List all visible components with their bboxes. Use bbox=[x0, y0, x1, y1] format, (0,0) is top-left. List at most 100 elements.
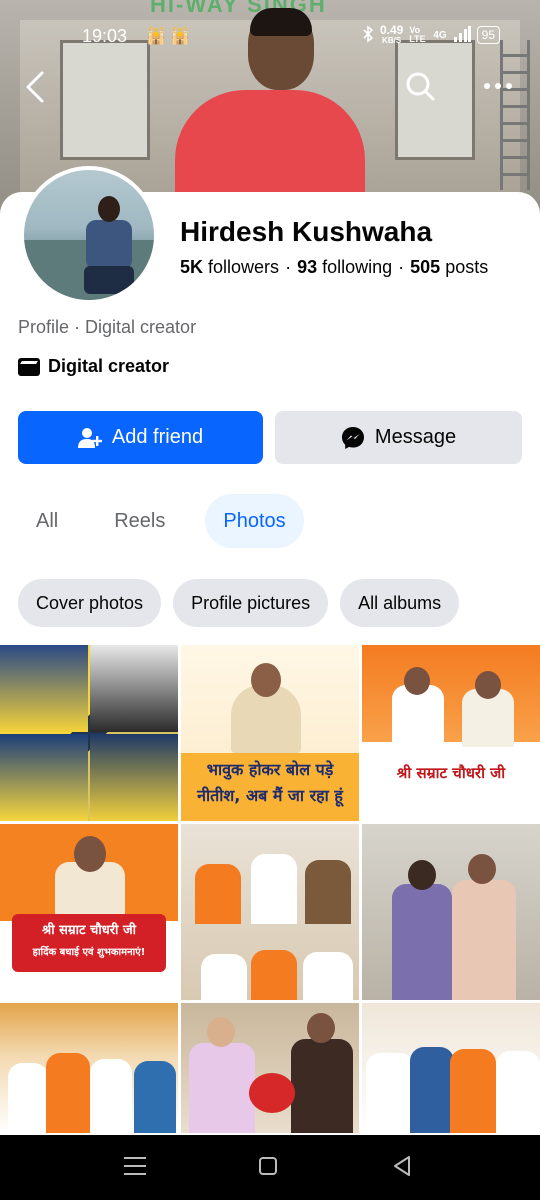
stat-separator: · bbox=[285, 257, 292, 277]
add-friend-label: Add friend bbox=[111, 426, 204, 448]
collage-quadrant bbox=[0, 734, 88, 821]
photo-person-head bbox=[404, 667, 430, 695]
photo-person-head bbox=[307, 1013, 335, 1043]
tab-reels[interactable]: Reels bbox=[96, 494, 183, 548]
category-label: Digital creator bbox=[48, 356, 170, 376]
search-button[interactable] bbox=[404, 70, 436, 102]
photo-person bbox=[392, 884, 452, 1000]
photo-thumbnail[interactable] bbox=[362, 824, 540, 1000]
back-button[interactable] bbox=[22, 70, 50, 104]
bluetooth-icon bbox=[362, 24, 374, 46]
home-icon[interactable] bbox=[259, 1157, 277, 1175]
notification-icons: 🕌 🕌 bbox=[146, 28, 191, 45]
volte-indicator: Vo LTE bbox=[409, 25, 426, 44]
photo-thumbnail[interactable] bbox=[0, 645, 178, 821]
tab-all[interactable]: All bbox=[18, 494, 76, 548]
album-chips: Cover photos Profile pictures All albums bbox=[18, 579, 460, 627]
search-icon bbox=[406, 72, 435, 101]
photo-person bbox=[291, 1039, 353, 1133]
back-arrow-icon bbox=[26, 71, 44, 103]
collage-quadrant bbox=[90, 645, 178, 732]
photo-person bbox=[251, 854, 297, 924]
photo-person-head bbox=[207, 1017, 235, 1047]
cover-ladder bbox=[500, 40, 530, 190]
photo-thumbnail[interactable]: भावुक होकर बोल पड़े नीतीश, अब मैं जा रहा… bbox=[181, 645, 359, 821]
more-dot-icon bbox=[495, 83, 501, 89]
profile-screen: HI-WAY SINGH 19:03 🕌 🕌 0.49 KB/S Vo LTE … bbox=[0, 0, 540, 1200]
message-label: Message bbox=[374, 426, 457, 448]
status-right-icons: 0.49 KB/S Vo LTE 4G 95 bbox=[362, 24, 500, 46]
collage-quadrant bbox=[0, 645, 88, 732]
network-type: 4G bbox=[433, 29, 447, 41]
photo-caption-line: नीतीश, अब मैं जा रहा हूं bbox=[197, 786, 343, 805]
followers-count: 5K bbox=[180, 257, 204, 277]
photo-caption: श्री सम्राट चौधरी जी bbox=[396, 764, 506, 782]
following-count: 93 bbox=[297, 257, 318, 277]
profile-name: Hirdesh Kushwaha bbox=[180, 216, 433, 247]
photo-person bbox=[46, 1053, 90, 1133]
add-person-icon bbox=[77, 427, 102, 448]
more-dot-icon bbox=[506, 83, 512, 89]
posts-stat[interactable]: 505 posts bbox=[410, 257, 488, 278]
more-options-button[interactable] bbox=[484, 76, 516, 96]
avatar-person-head bbox=[98, 196, 120, 222]
followers-label: followers bbox=[208, 257, 280, 277]
photo-thumbnail[interactable] bbox=[362, 1003, 540, 1133]
photo-person bbox=[303, 952, 353, 1000]
photo-person bbox=[450, 1049, 496, 1133]
chip-all-albums[interactable]: All albums bbox=[340, 579, 460, 627]
photo-caption: भावुक होकर बोल पड़े नीतीश, अब मैं जा रहा… bbox=[181, 757, 359, 809]
photo-person bbox=[305, 860, 351, 924]
message-button[interactable]: Message bbox=[275, 411, 522, 464]
photo-caption: श्री सम्राट चौधरी जी हार्दिक बधाई एवं शु… bbox=[12, 914, 166, 972]
system-nav-bar bbox=[0, 1135, 540, 1200]
add-friend-button[interactable]: Add friend bbox=[18, 411, 263, 464]
followers-stat[interactable]: 5K followers bbox=[180, 257, 279, 278]
avatar-person-legs bbox=[84, 266, 134, 294]
photo-person bbox=[8, 1063, 48, 1133]
chip-cover-photos[interactable]: Cover photos bbox=[18, 579, 162, 627]
profile-tabs: All Reels Photos bbox=[18, 494, 304, 548]
messenger-icon bbox=[341, 426, 364, 449]
chip-profile-pictures[interactable]: Profile pictures bbox=[173, 579, 329, 627]
bouquet bbox=[249, 1073, 295, 1113]
photo-person bbox=[90, 1059, 132, 1133]
recents-icon[interactable] bbox=[124, 1157, 146, 1175]
clapperboard-icon bbox=[18, 357, 40, 376]
photo-person bbox=[195, 864, 241, 924]
status-bar: 19:03 🕌 🕌 0.49 KB/S Vo LTE 4G 95 bbox=[0, 22, 540, 54]
photo-person bbox=[366, 1053, 414, 1133]
signal-icon bbox=[453, 25, 471, 45]
following-stat[interactable]: 93 following bbox=[297, 257, 392, 278]
posts-count: 505 bbox=[410, 257, 441, 277]
cover-window bbox=[60, 40, 150, 160]
profile-category: Digital creator bbox=[18, 356, 169, 377]
photo-person-head bbox=[475, 671, 501, 699]
photo-person-head bbox=[251, 663, 281, 697]
photo-person bbox=[134, 1061, 176, 1133]
photo-thumbnail[interactable] bbox=[0, 1003, 178, 1133]
battery-indicator: 95 bbox=[476, 26, 500, 44]
photo-person bbox=[410, 1047, 454, 1133]
photo-thumbnail[interactable] bbox=[181, 1003, 359, 1133]
system-back-icon[interactable] bbox=[392, 1155, 412, 1177]
status-time: 19:03 bbox=[82, 26, 128, 46]
photo-caption-line: हार्दिक बधाई एवं शुभकामनाएं! bbox=[32, 947, 146, 958]
photo-person-head bbox=[74, 836, 106, 872]
profile-stats: 5K followers · 93 following · 505 posts bbox=[180, 257, 488, 278]
photo-person bbox=[251, 950, 297, 1000]
photo-caption-line: श्री सम्राट चौधरी जी bbox=[42, 923, 136, 938]
photo-caption-line: भावुक होकर बोल पड़े bbox=[206, 760, 334, 779]
profile-avatar[interactable] bbox=[20, 166, 158, 304]
photo-person bbox=[189, 1043, 255, 1133]
photo-thumbnail[interactable]: श्री सम्राट चौधरी जी bbox=[362, 645, 540, 821]
photo-thumbnail[interactable] bbox=[181, 824, 359, 1000]
photo-person bbox=[201, 954, 247, 1000]
network-speed: 0.49 KB/S bbox=[380, 24, 403, 46]
more-dot-icon bbox=[484, 83, 490, 89]
photo-person-head bbox=[468, 854, 496, 884]
tab-photos[interactable]: Photos bbox=[205, 494, 304, 548]
photo-grid: भावुक होकर बोल पड़े नीतीश, अब मैं जा रहा… bbox=[0, 645, 540, 1135]
posts-label: posts bbox=[445, 257, 489, 277]
photo-thumbnail[interactable]: श्री सम्राट चौधरी जी हार्दिक बधाई एवं शु… bbox=[0, 824, 178, 1000]
